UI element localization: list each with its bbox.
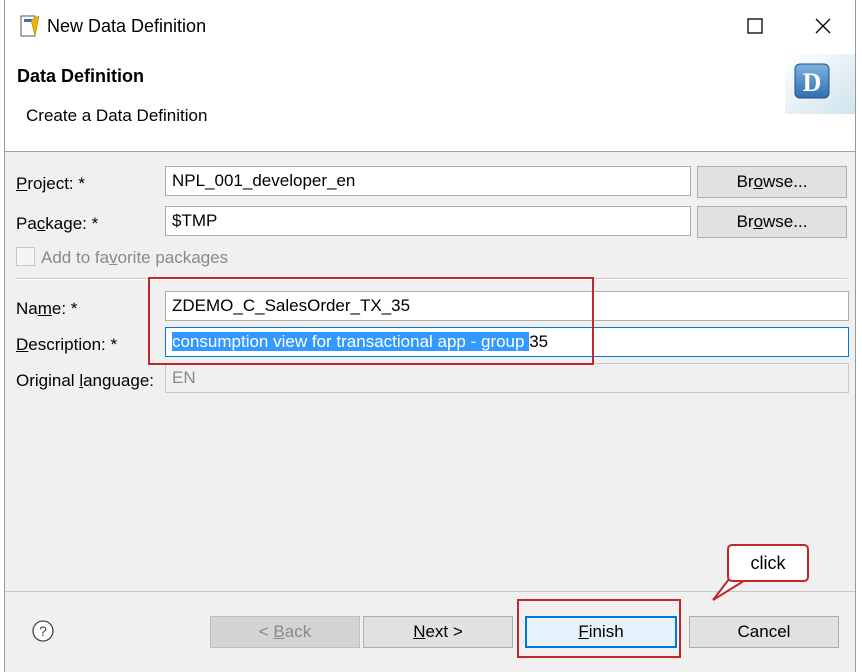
browse-project-button[interactable]: Browse...: [697, 166, 847, 198]
finish-button[interactable]: Finish: [525, 616, 677, 648]
svg-text:?: ?: [39, 623, 47, 639]
description-selected-text: consumption view for transactional app -…: [172, 332, 530, 351]
name-input[interactable]: ZDEMO_C_SalesOrder_TX_35: [165, 291, 849, 321]
cancel-button[interactable]: Cancel: [689, 616, 839, 648]
maximize-button[interactable]: [735, 8, 775, 44]
favorite-label: Add to favorite packages: [41, 248, 229, 267]
name-label: Name: *: [16, 299, 78, 318]
project-label: Project: *: [16, 174, 85, 193]
language-input: EN: [165, 363, 849, 393]
package-input[interactable]: $TMP: [165, 206, 691, 236]
wizard-header: Data Definition Create a Data Definition…: [5, 52, 855, 152]
description-input[interactable]: consumption view for transactional app -…: [165, 327, 849, 357]
package-label: Package: *: [16, 214, 99, 233]
eclipse-app-icon: [19, 14, 41, 38]
back-button[interactable]: < Back: [210, 616, 360, 648]
browse-package-button[interactable]: Browse...: [697, 206, 847, 238]
click-callout: click: [727, 544, 809, 582]
favorite-checkbox[interactable]: [16, 247, 35, 266]
description-label: Description: *: [16, 335, 118, 354]
window-title: New Data Definition: [47, 16, 207, 36]
page-title: Data Definition: [17, 66, 145, 86]
project-input[interactable]: NPL_001_developer_en: [165, 166, 691, 196]
title-bar: New Data Definition: [5, 0, 855, 52]
language-label: Original language:: [16, 371, 154, 390]
next-button[interactable]: Next >: [363, 616, 513, 648]
description-rest-text: 35: [529, 332, 549, 351]
new-data-definition-dialog: New Data Definition Data Definition Crea…: [4, 0, 856, 672]
close-button[interactable]: [803, 8, 843, 44]
help-icon[interactable]: ?: [31, 619, 55, 643]
page-subtitle: Create a Data Definition: [26, 106, 208, 125]
badge-letter: D: [803, 68, 822, 97]
data-definition-badge-icon: D: [785, 54, 855, 114]
